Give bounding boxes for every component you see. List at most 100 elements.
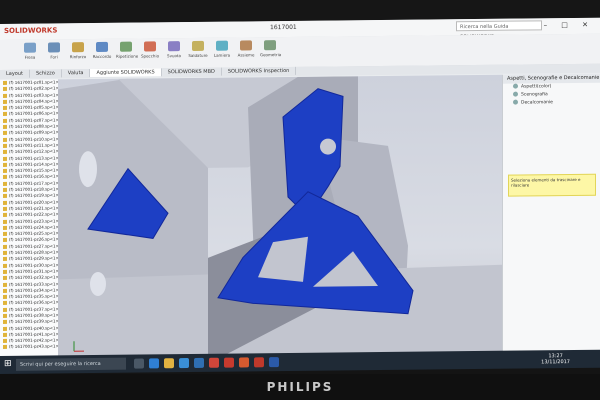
part-icon xyxy=(3,257,7,262)
task-pane-row-label: Aspetti(color) xyxy=(521,84,552,90)
tree-item-label: (f) 1617001-pz28.sp<1> (D xyxy=(9,249,59,255)
tree-item-label: (f) 1617001-pz30.sp<1> (D xyxy=(9,261,59,268)
tree-item-label: (f) 1617001-pz12.sp<1> (D xyxy=(9,148,59,155)
task-view-icon[interactable] xyxy=(134,358,144,369)
assembly-icon xyxy=(240,40,252,51)
tree-item-label: (f) 1617001-pz13.sp<1> (D xyxy=(9,154,59,161)
part-icon xyxy=(3,137,7,142)
part-icon xyxy=(3,106,7,111)
tree-item-label: (f) 1617001-pz01.sp<1> (D xyxy=(9,79,59,85)
tree-item-label: (f) 1617001-pz21.sp<1> (D xyxy=(9,205,59,211)
folder-icon xyxy=(513,91,518,97)
part-icon xyxy=(3,131,7,136)
part-icon xyxy=(3,232,7,237)
part-icon xyxy=(3,282,7,287)
task-pane-row[interactable]: Decalcomanie xyxy=(503,99,600,108)
tree-item-label: (f) 1617001-pz06.sp<1> (D xyxy=(9,110,59,117)
tree-item-label: (f) 1617001-pz43.sp<1> (D xyxy=(9,343,59,350)
tree-item-label: (f) 1617001-pz27.sp<1> (D xyxy=(9,243,59,249)
chrome-icon[interactable] xyxy=(209,357,219,368)
explorer-icon[interactable] xyxy=(164,358,174,369)
tree-item-label: (f) 1617001-pz03.sp<1> (D xyxy=(9,91,59,98)
command-tab[interactable]: Layout xyxy=(0,69,30,78)
tree-item-label: (f) 1617001-pz29.sp<1> (D xyxy=(9,255,59,262)
part-icon xyxy=(3,295,7,300)
ribbon-button-label: Rinforzo xyxy=(69,54,87,60)
task-pane: Aspetti, Scenografie e Decalcomanie Aspe… xyxy=(502,73,600,361)
ribbon-button-label: Fori xyxy=(50,54,58,60)
word-icon[interactable] xyxy=(269,357,279,368)
ribbon-button[interactable]: Fori xyxy=(44,42,64,66)
help-search-input[interactable]: Ricerca nella Guida SOLIDWORKS xyxy=(456,20,542,40)
pattern-icon xyxy=(120,41,132,52)
window-controls[interactable]: – □ ✕ xyxy=(544,21,594,30)
tree-item-label: (f) 1617001-pz19.sp<1> (D xyxy=(9,192,59,199)
windows-start-icon[interactable]: ⊞ xyxy=(4,359,13,369)
part-icon xyxy=(3,320,7,325)
command-tab[interactable]: SOLIDWORKS MBD xyxy=(161,67,222,77)
command-tab[interactable]: SOLIDWORKS Inspection xyxy=(221,66,297,76)
graphics-viewport[interactable] xyxy=(58,74,502,366)
ribbon-button[interactable]: Specchio xyxy=(140,41,160,65)
folder-icon xyxy=(513,83,518,89)
screen: SOLIDWORKS 1617001 Ricerca nella Guida S… xyxy=(0,17,600,373)
tree-item-label: (f) 1617001-pz33.sp<1> (D xyxy=(9,280,59,287)
tree-item-label: (f) 1617001-pz26.sp<1> (D xyxy=(9,236,59,243)
ref-geometry-icon xyxy=(264,40,276,51)
clock-date: 13/11/2017 xyxy=(541,359,570,366)
tree-item-label: (f) 1617001-pz10.sp<1> (D xyxy=(9,136,59,142)
weld-icon xyxy=(192,40,204,51)
command-tab[interactable]: Aggiunte SOLIDWORKS xyxy=(90,68,162,78)
part-icon xyxy=(3,219,7,224)
hole-icon xyxy=(48,42,60,53)
ribbon-button[interactable]: Assieme xyxy=(236,40,256,64)
acrobat-icon[interactable] xyxy=(224,357,234,368)
ribbon-button[interactable]: Lamiera xyxy=(212,40,232,65)
folder-icon xyxy=(513,99,518,105)
taskbar-search-input[interactable]: Scrivi qui per eseguire la ricerca xyxy=(16,357,126,371)
part-icon xyxy=(3,200,7,205)
app-logo: SOLIDWORKS xyxy=(4,26,58,35)
ribbon-button[interactable]: Svuota xyxy=(164,41,184,65)
part-icon xyxy=(3,307,7,312)
tree-item-label: (f) 1617001-pz23.sp<1> (D xyxy=(9,217,59,224)
ribbon-button-label: Raccordo xyxy=(92,53,112,60)
command-tab[interactable]: Schizzo xyxy=(30,69,62,78)
ribbon-button[interactable]: Geometria xyxy=(260,40,281,64)
ribbon-button[interactable]: Fresa xyxy=(20,42,40,67)
mail-icon[interactable] xyxy=(194,357,204,368)
part-icon xyxy=(3,156,7,161)
ribbon-button[interactable]: Saldature xyxy=(188,40,208,65)
ribbon-button[interactable]: Rinforzo xyxy=(68,42,88,66)
part-icon xyxy=(3,187,7,193)
ribbon-button[interactable]: Raccordo xyxy=(92,41,112,66)
model-render xyxy=(58,76,502,366)
sheet-metal-icon xyxy=(216,40,228,51)
ribbon-button-label: Assieme xyxy=(237,52,255,58)
tree-item[interactable]: (f) 1617001-pz43.sp<1> (D xyxy=(0,343,59,351)
part-icon xyxy=(3,276,7,281)
office-icon[interactable] xyxy=(239,357,249,368)
ribbon-button-label: Saldature xyxy=(188,52,208,59)
part-icon xyxy=(3,112,7,117)
command-tab[interactable]: Valuta xyxy=(61,69,91,78)
task-pane-row-label: Decalcomanie xyxy=(521,100,553,106)
frame-hole-lower xyxy=(90,271,106,296)
ribbon-button[interactable]: Ripetizione xyxy=(116,41,138,66)
tree-item-label: (f) 1617001-pz16.sp<1> (D xyxy=(9,173,59,180)
store-icon[interactable] xyxy=(179,358,189,369)
monitor-brand: PHILIPS xyxy=(266,380,334,394)
part-icon xyxy=(3,125,7,130)
part-icon xyxy=(3,339,7,344)
tree-item-label: (f) 1617001-pz31.sp<1> (D xyxy=(9,268,59,274)
tree-item-label: (f) 1617001-pz17.sp<1> (D xyxy=(9,180,59,186)
solidworks-icon[interactable] xyxy=(254,357,264,368)
tree-item-label: (f) 1617001-pz04.sp<1> (D xyxy=(9,98,59,104)
task-pane-tip: Seleziona elementi da trascinare e rilas… xyxy=(508,173,596,197)
edge-icon[interactable] xyxy=(149,358,159,369)
part-icon xyxy=(3,143,7,148)
tree-item-label: (f) 1617001-pz25.sp<1> (D xyxy=(9,230,59,237)
monitor-photo: SOLIDWORKS 1617001 Ricerca nella Guida S… xyxy=(0,0,600,400)
part-icon xyxy=(3,206,7,211)
tree-item-label: (f) 1617001-pz41.sp<1> (D xyxy=(9,331,59,337)
